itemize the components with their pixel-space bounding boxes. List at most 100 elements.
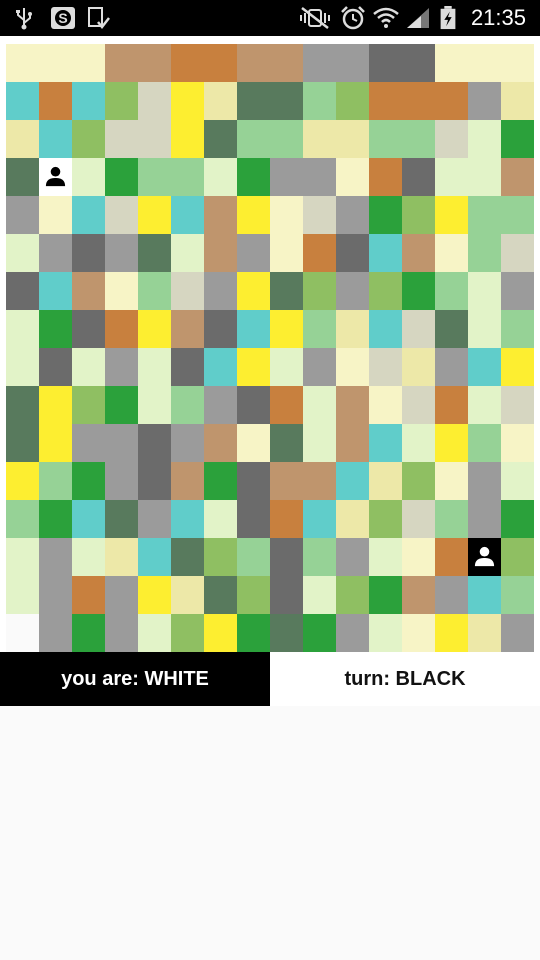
board-cell[interactable] <box>435 310 468 348</box>
board-cell[interactable] <box>171 576 204 614</box>
board-cell[interactable] <box>171 44 204 82</box>
board-cell[interactable] <box>171 538 204 576</box>
board-cell[interactable] <box>402 348 435 386</box>
board-cell[interactable] <box>204 44 237 82</box>
board-cell[interactable] <box>138 234 171 272</box>
board-cell[interactable] <box>72 386 105 424</box>
board-cell[interactable] <box>105 614 138 652</box>
board-cell[interactable] <box>72 196 105 234</box>
board-cell[interactable] <box>336 234 369 272</box>
board-cell[interactable] <box>468 196 501 234</box>
board-cell[interactable] <box>39 82 72 120</box>
board-cell[interactable] <box>501 500 534 538</box>
board-cell[interactable] <box>39 538 72 576</box>
board-cell[interactable] <box>435 614 468 652</box>
board-cell[interactable] <box>501 196 534 234</box>
board-cell[interactable] <box>336 82 369 120</box>
board-cell[interactable] <box>303 462 336 500</box>
board-cell[interactable] <box>468 462 501 500</box>
board-cell[interactable] <box>72 44 105 82</box>
board-cell[interactable] <box>435 120 468 158</box>
board-cell[interactable] <box>402 576 435 614</box>
board-cell[interactable] <box>303 44 336 82</box>
board-cell[interactable] <box>501 424 534 462</box>
board-cell[interactable] <box>6 44 39 82</box>
board-cell[interactable] <box>303 538 336 576</box>
board-cell[interactable] <box>435 424 468 462</box>
board-cell[interactable] <box>171 234 204 272</box>
board-cell[interactable] <box>105 348 138 386</box>
board-cell[interactable] <box>105 82 138 120</box>
board-cell[interactable] <box>6 196 39 234</box>
board-cell[interactable] <box>171 310 204 348</box>
board-cell[interactable] <box>336 120 369 158</box>
board-cell[interactable] <box>204 348 237 386</box>
board-cell[interactable] <box>402 424 435 462</box>
board-cell[interactable] <box>39 462 72 500</box>
board-cell[interactable] <box>39 576 72 614</box>
board-cell[interactable] <box>468 158 501 196</box>
board-cell[interactable] <box>237 538 270 576</box>
board-cell[interactable] <box>39 44 72 82</box>
board-cell[interactable] <box>39 614 72 652</box>
board-cell[interactable] <box>303 348 336 386</box>
board-cell[interactable] <box>369 462 402 500</box>
board-cell[interactable] <box>468 614 501 652</box>
board-cell[interactable] <box>39 424 72 462</box>
board-cell[interactable] <box>468 576 501 614</box>
board-cell[interactable] <box>138 158 171 196</box>
board-cell[interactable] <box>6 272 39 310</box>
board-cell[interactable] <box>435 44 468 82</box>
board-cell[interactable] <box>369 576 402 614</box>
board-cell[interactable] <box>369 196 402 234</box>
board-cell[interactable] <box>6 576 39 614</box>
board-cell[interactable] <box>105 234 138 272</box>
board-cell[interactable] <box>72 614 105 652</box>
board-cell[interactable] <box>237 424 270 462</box>
board-cell[interactable] <box>171 500 204 538</box>
board-cell[interactable] <box>105 576 138 614</box>
board-cell[interactable] <box>303 196 336 234</box>
board-cell[interactable] <box>204 576 237 614</box>
board-cell[interactable] <box>39 120 72 158</box>
board-cell[interactable] <box>369 272 402 310</box>
board-cell[interactable] <box>138 424 171 462</box>
board-cell[interactable] <box>501 120 534 158</box>
board-cell[interactable] <box>138 500 171 538</box>
board-cell[interactable] <box>270 310 303 348</box>
board-cell[interactable] <box>204 462 237 500</box>
board-cell[interactable] <box>237 614 270 652</box>
board-cell[interactable] <box>270 234 303 272</box>
board-cell[interactable] <box>204 614 237 652</box>
board-cell[interactable] <box>204 424 237 462</box>
board-cell[interactable] <box>171 424 204 462</box>
board-cell[interactable] <box>6 500 39 538</box>
board-cell[interactable] <box>138 614 171 652</box>
board-cell[interactable] <box>402 310 435 348</box>
board-cell[interactable] <box>204 196 237 234</box>
board-cell[interactable] <box>72 576 105 614</box>
board-cell[interactable] <box>204 386 237 424</box>
board-cell[interactable] <box>204 120 237 158</box>
board-cell[interactable] <box>336 310 369 348</box>
board-cell[interactable] <box>303 614 336 652</box>
board-cell[interactable] <box>501 82 534 120</box>
board-cell[interactable] <box>402 462 435 500</box>
board-cell[interactable] <box>6 82 39 120</box>
board-cell[interactable] <box>171 158 204 196</box>
board-cell[interactable] <box>72 272 105 310</box>
board-cell[interactable] <box>303 386 336 424</box>
board-cell[interactable] <box>237 462 270 500</box>
board-cell[interactable] <box>72 82 105 120</box>
board-cell[interactable] <box>138 538 171 576</box>
board-cell[interactable] <box>171 348 204 386</box>
board-cell[interactable] <box>468 120 501 158</box>
board-cell[interactable] <box>270 196 303 234</box>
board-cell[interactable] <box>204 272 237 310</box>
board-cell[interactable] <box>105 386 138 424</box>
board-cell[interactable] <box>402 82 435 120</box>
board-cell[interactable] <box>204 82 237 120</box>
board-cell[interactable] <box>171 120 204 158</box>
board-cell[interactable] <box>501 44 534 82</box>
board-cell[interactable] <box>369 310 402 348</box>
